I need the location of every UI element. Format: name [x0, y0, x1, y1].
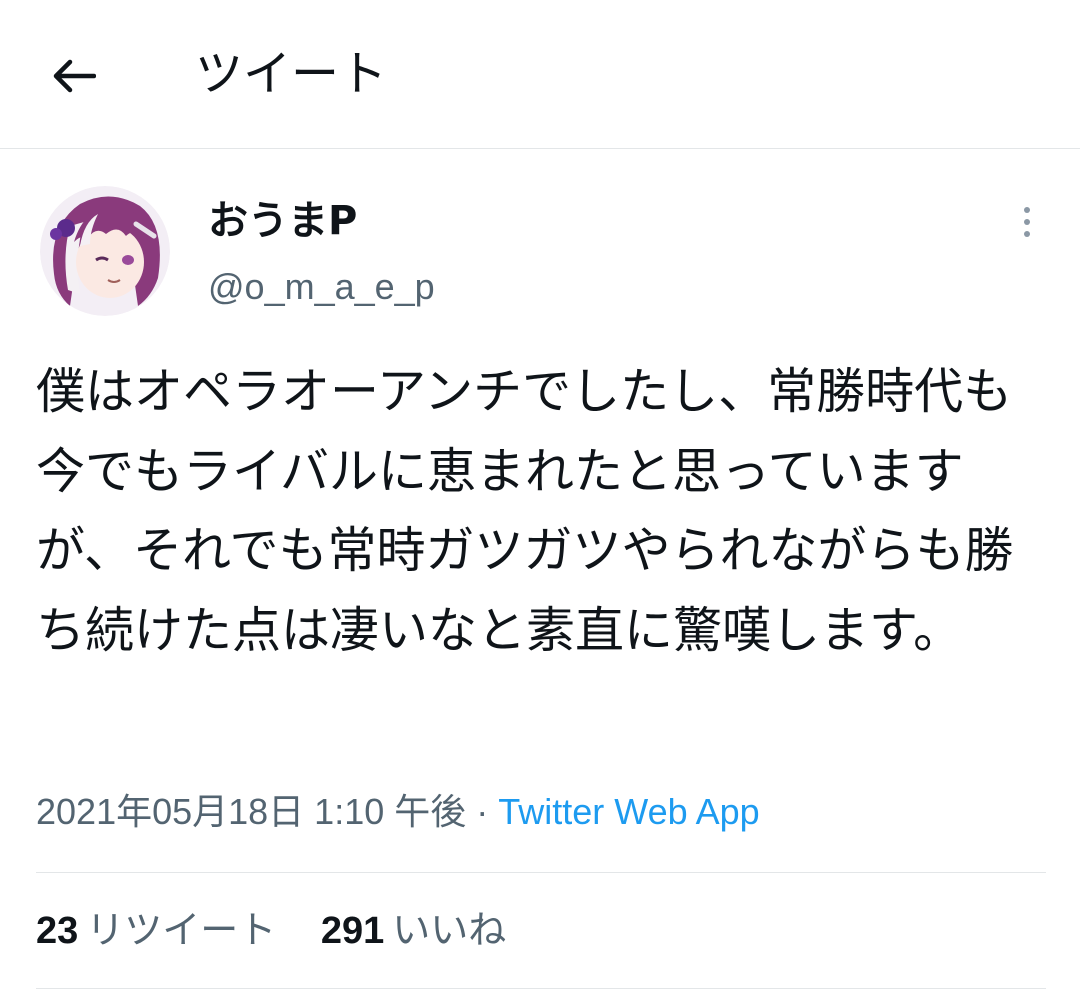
arrow-left-icon [53, 59, 96, 93]
likes-count: 291 [320, 910, 385, 952]
timestamp[interactable]: 2021年05月18日 1:10 午後 [36, 791, 466, 832]
display-name[interactable]: おうまP [208, 196, 357, 246]
divider [36, 872, 1046, 873]
meta-separator: · [466, 791, 499, 832]
retweets-count: 23 [36, 910, 79, 952]
likes-label: いいね [392, 910, 507, 952]
avatar[interactable] [40, 186, 170, 316]
divider [36, 988, 1046, 989]
source-link[interactable]: Twitter Web App [498, 791, 759, 832]
top-bar: ツイート [0, 0, 1080, 149]
tweet-meta: 2021年05月18日 1:10 午後 · Twitter Web App [36, 788, 760, 836]
tweet-text: 僕はオペラオーアンチでしたし、常勝時代も今でもライバルに恵まれたと思っていますが… [36, 363, 1014, 659]
retweets-label: リツイート [86, 910, 277, 952]
back-button[interactable] [46, 48, 102, 104]
tweet-stats: 23 リツイート 291 いいね [36, 905, 540, 957]
user-handle[interactable]: @o_m_a_e_p [208, 264, 435, 310]
more-vertical-icon [1024, 207, 1030, 213]
likes-stat[interactable]: 291 いいね [321, 905, 506, 957]
retweets-stat[interactable]: 23 リツイート [36, 905, 276, 957]
more-options-button[interactable] [1010, 200, 1044, 244]
page-title: ツイート [195, 46, 388, 102]
